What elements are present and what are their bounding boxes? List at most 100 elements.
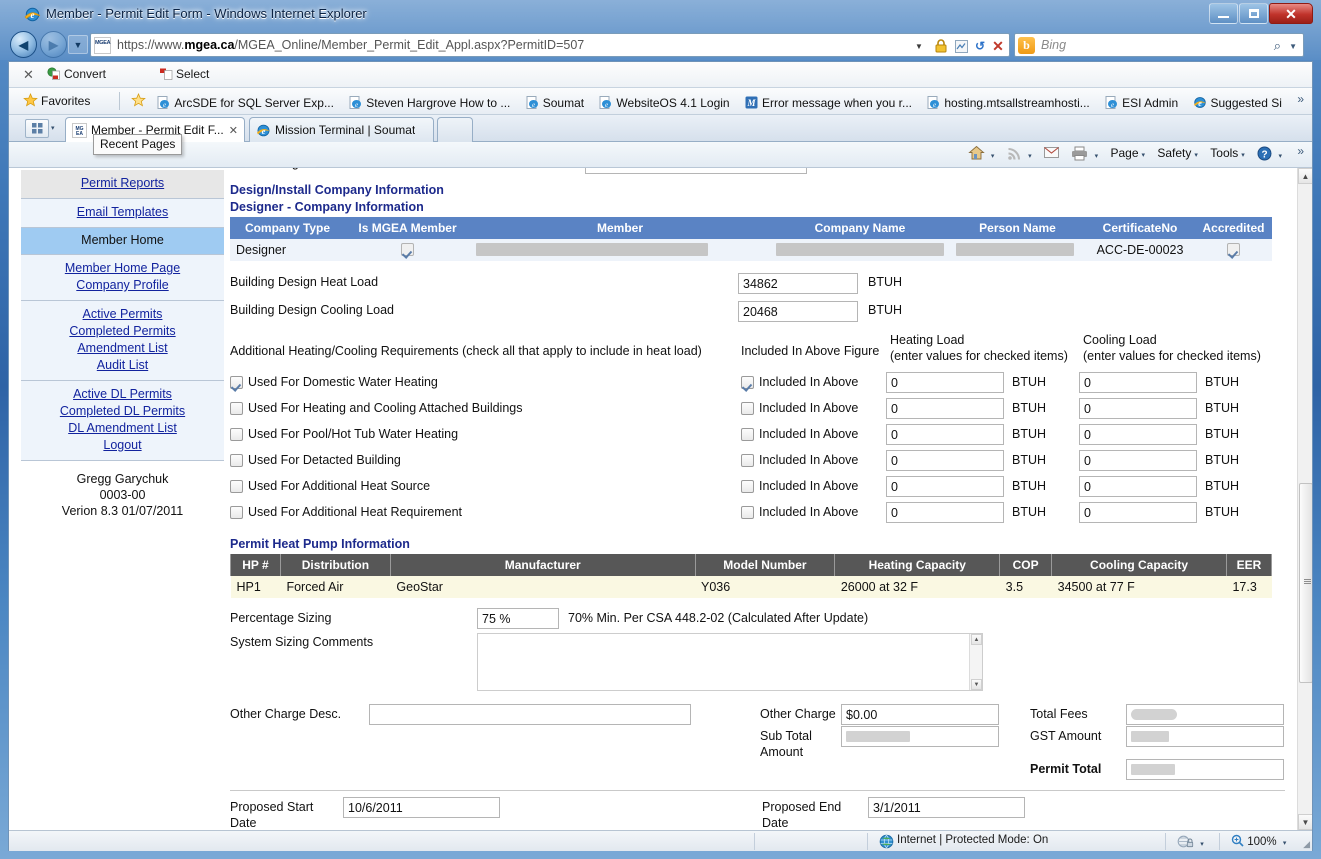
requirement-checkbox[interactable] bbox=[230, 376, 243, 389]
sidebar-item-active-dl-permits[interactable]: Active DL Permits bbox=[21, 386, 224, 403]
scroll-up-button[interactable]: ▲ bbox=[1298, 168, 1312, 184]
sidebar-item-email-templates[interactable]: Email Templates bbox=[21, 204, 224, 221]
favorite-link[interactable]: e hosting.mtsallstreamhosti... bbox=[927, 96, 1090, 110]
chevron-down-icon[interactable]: ▾ bbox=[51, 124, 55, 132]
requirement-cooling-load-input[interactable] bbox=[1079, 450, 1197, 471]
toolbar-overflow-icon[interactable]: » bbox=[1297, 144, 1304, 158]
page-vertical-scrollbar[interactable]: ▲ ▼ bbox=[1297, 168, 1312, 830]
requirement-checkbox[interactable] bbox=[230, 480, 243, 493]
requirement-cooling-load-input[interactable] bbox=[1079, 398, 1197, 419]
feeds-button[interactable]: ▾ bbox=[1007, 146, 1032, 161]
sizing-comments-textarea[interactable] bbox=[477, 633, 983, 691]
suggested-sites-button[interactable]: e Suggested Sites▾ bbox=[1193, 96, 1282, 110]
favorite-link[interactable]: e ESI Admin bbox=[1105, 96, 1178, 110]
tab-close-icon[interactable]: ✕ bbox=[229, 124, 238, 137]
favorite-link[interactable]: M Error message when you r... bbox=[745, 96, 912, 110]
sidebar-item-completed-permits[interactable]: Completed Permits bbox=[21, 323, 224, 340]
mail-button[interactable] bbox=[1043, 146, 1059, 160]
refresh-button[interactable]: ↺ bbox=[970, 36, 990, 56]
building-cooling-load-input[interactable] bbox=[738, 301, 858, 322]
safety-menu-button[interactable]: Safety ▾ bbox=[1157, 146, 1198, 160]
new-tab-button[interactable] bbox=[437, 117, 473, 142]
sidebar-item-permit-reports[interactable]: Permit Reports bbox=[21, 175, 224, 192]
requirement-checkbox[interactable] bbox=[230, 454, 243, 467]
search-provider-caret-icon[interactable]: ▼ bbox=[1289, 42, 1297, 51]
requirement-heating-load-input[interactable] bbox=[886, 424, 1004, 445]
included-in-above-checkbox[interactable] bbox=[741, 506, 754, 519]
page-menu-button[interactable]: Page ▾ bbox=[1110, 146, 1145, 160]
included-in-above-checkbox[interactable] bbox=[741, 428, 754, 441]
favorite-link[interactable]: e Steven Hargrove How to ... bbox=[349, 96, 510, 110]
included-in-above-checkbox[interactable] bbox=[741, 376, 754, 389]
included-in-above-checkbox[interactable] bbox=[741, 402, 754, 415]
included-in-above-checkbox[interactable] bbox=[741, 454, 754, 467]
proposed-start-date-input[interactable] bbox=[343, 797, 500, 818]
proposed-end-date-input[interactable] bbox=[868, 797, 1025, 818]
minimize-button[interactable] bbox=[1209, 3, 1238, 24]
scroll-down-icon[interactable]: ▼ bbox=[971, 679, 982, 690]
sub-total-input[interactable] bbox=[841, 726, 999, 747]
recent-pages-button[interactable]: ▼ bbox=[68, 35, 88, 54]
sidebar-item-company-profile[interactable]: Company Profile bbox=[21, 277, 224, 294]
search-box[interactable]: b Bing ⌕ ▼ bbox=[1014, 33, 1304, 57]
requirement-cooling-load-input[interactable] bbox=[1079, 502, 1197, 523]
requirement-checkbox[interactable] bbox=[230, 428, 243, 441]
sidebar-item-dl-amendment-list[interactable]: DL Amendment List bbox=[21, 420, 224, 437]
requirement-checkbox[interactable] bbox=[230, 402, 243, 415]
requirement-heating-load-input[interactable] bbox=[886, 476, 1004, 497]
search-icon[interactable]: ⌕ bbox=[1274, 38, 1281, 54]
address-bar[interactable]: MGEA https://www.mgea.ca/MGEA_Online/Mem… bbox=[90, 33, 1010, 57]
requirement-heating-load-input[interactable] bbox=[886, 398, 1004, 419]
select-button[interactable]: Select bbox=[159, 67, 209, 81]
convert-button[interactable]: Convert bbox=[47, 67, 106, 81]
other-charge-input[interactable] bbox=[841, 704, 999, 725]
close-addon-bar-button[interactable]: ✕ bbox=[23, 67, 34, 83]
sidebar-item-logout[interactable]: Logout bbox=[21, 437, 224, 454]
home-button[interactable]: ▾ bbox=[967, 145, 994, 161]
sizing-comments-scrollbar[interactable]: ▲ ▼ bbox=[969, 634, 982, 690]
requirement-heating-load-input[interactable] bbox=[886, 372, 1004, 393]
favorite-link[interactable]: e ArcSDE for SQL Server Exp... bbox=[157, 96, 334, 110]
other-charge-desc-input[interactable] bbox=[369, 704, 691, 725]
favorites-add-icon[interactable] bbox=[131, 93, 146, 110]
scrollbar-thumb[interactable] bbox=[1299, 483, 1312, 683]
gst-amount-input[interactable] bbox=[1126, 726, 1284, 747]
zoom-control[interactable]: 100% ▾ bbox=[1231, 834, 1286, 848]
sidebar-item-completed-dl-permits[interactable]: Completed DL Permits bbox=[21, 403, 224, 420]
sidebar-item-active-permits[interactable]: Active Permits bbox=[21, 306, 224, 323]
requirement-cooling-load-input[interactable] bbox=[1079, 372, 1197, 393]
tab-mission-terminal[interactable]: e Mission Terminal | Soumat bbox=[249, 117, 434, 142]
back-button[interactable]: ◀ bbox=[10, 31, 37, 58]
maximize-button[interactable] bbox=[1239, 3, 1268, 24]
address-dropdown-button[interactable]: ▼ bbox=[909, 36, 929, 56]
search-input[interactable]: Bing bbox=[1041, 38, 1066, 52]
total-fees-input[interactable] bbox=[1126, 704, 1284, 725]
help-button[interactable]: ? ▾ bbox=[1257, 146, 1282, 161]
sidebar-item-member-home-page[interactable]: Member Home Page bbox=[21, 260, 224, 277]
resize-grip-icon[interactable]: ◢ bbox=[1303, 839, 1310, 850]
requirement-cooling-load-input[interactable] bbox=[1079, 476, 1197, 497]
scroll-up-icon[interactable]: ▲ bbox=[971, 634, 982, 645]
favorites-button[interactable]: Favorites bbox=[23, 92, 90, 108]
compatibility-view-icon[interactable] bbox=[951, 36, 971, 56]
requirement-checkbox[interactable] bbox=[230, 506, 243, 519]
quick-tabs-button[interactable] bbox=[25, 119, 49, 138]
requirement-heating-load-input[interactable] bbox=[886, 502, 1004, 523]
requirement-heating-load-input[interactable] bbox=[886, 450, 1004, 471]
favorite-link[interactable]: e Soumat bbox=[526, 96, 584, 110]
favorite-link[interactable]: e WebsiteOS 4.1 Login bbox=[599, 96, 730, 110]
sidebar-item-member-home[interactable]: Member Home bbox=[21, 228, 224, 255]
permit-total-input[interactable] bbox=[1126, 759, 1284, 780]
included-in-above-checkbox[interactable] bbox=[741, 480, 754, 493]
percentage-sizing-input[interactable] bbox=[477, 608, 559, 629]
print-button[interactable]: ▾ bbox=[1071, 146, 1098, 161]
forward-button[interactable]: ▶ bbox=[40, 31, 67, 58]
privacy-report-button[interactable]: ▾ bbox=[1177, 834, 1204, 849]
close-button[interactable]: ✕ bbox=[1269, 3, 1313, 24]
scroll-down-button[interactable]: ▼ bbox=[1298, 814, 1312, 830]
requirement-cooling-load-input[interactable] bbox=[1079, 424, 1197, 445]
sidebar-item-audit-list[interactable]: Audit List bbox=[21, 357, 224, 374]
contract-signed-date-input[interactable]: 6/1/2011 bbox=[585, 168, 807, 174]
security-lock-icon[interactable] bbox=[931, 36, 951, 56]
tools-menu-button[interactable]: Tools ▾ bbox=[1210, 146, 1245, 160]
